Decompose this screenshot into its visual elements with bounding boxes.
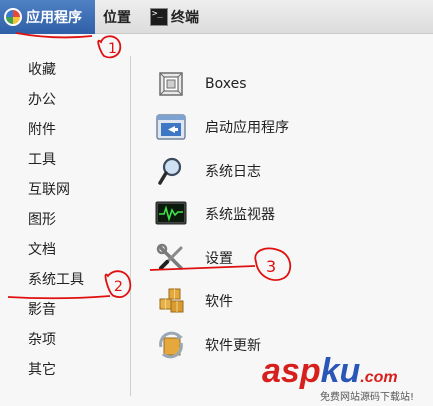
terminal-label: 终端 bbox=[171, 10, 199, 26]
tools-icon bbox=[155, 242, 187, 274]
category-graphics[interactable]: 图形 bbox=[0, 204, 130, 234]
aspku-watermark: aspku.com 免费网站源码下载站! bbox=[262, 352, 432, 404]
category-system-tools[interactable]: 系统工具 bbox=[0, 264, 130, 294]
places-menu-button[interactable]: 位置 bbox=[99, 0, 145, 34]
app-item-system-log[interactable]: 系统日志 bbox=[155, 149, 425, 193]
category-label: 其它 bbox=[28, 362, 56, 378]
category-misc[interactable]: 其它 bbox=[0, 354, 130, 384]
software-update-icon bbox=[155, 329, 187, 361]
menu-divider bbox=[130, 56, 131, 396]
app-item-boxes[interactable]: Boxes bbox=[155, 62, 425, 106]
terminal-launcher[interactable]: >_ 终端 bbox=[146, 0, 206, 34]
app-item-software[interactable]: 软件 bbox=[155, 280, 425, 324]
app-label: 系统日志 bbox=[205, 163, 261, 180]
category-favorites[interactable]: 收藏 bbox=[0, 54, 130, 84]
watermark-tagline: 免费网站源码下载站! bbox=[320, 392, 415, 403]
watermark-brand-ku: ku bbox=[320, 352, 361, 390]
app-label: 启动应用程序 bbox=[205, 120, 289, 137]
category-documents[interactable]: 文档 bbox=[0, 234, 130, 264]
app-label: 系统监视器 bbox=[205, 207, 275, 224]
terminal-icon: >_ bbox=[150, 8, 168, 26]
category-label: 图形 bbox=[28, 212, 56, 228]
category-label: 办公 bbox=[28, 92, 56, 108]
applications-menu-button[interactable]: 应用程序 bbox=[0, 0, 95, 34]
category-label: 系统工具 bbox=[28, 272, 84, 288]
category-label: 影音 bbox=[28, 302, 56, 318]
magnifier-icon bbox=[155, 155, 187, 187]
startup-applications-icon bbox=[155, 111, 187, 143]
watermark-brand-asp: asp bbox=[262, 352, 321, 390]
applications-label: 应用程序 bbox=[26, 10, 82, 26]
category-label: 工具 bbox=[28, 152, 56, 168]
app-label: 设置 bbox=[205, 250, 233, 267]
app-item-startup-applications[interactable]: 启动应用程序 bbox=[155, 106, 425, 150]
boxes-icon bbox=[155, 68, 187, 100]
app-label: Boxes bbox=[205, 75, 247, 92]
category-utilities[interactable]: 工具 bbox=[0, 144, 130, 174]
category-label: 收藏 bbox=[28, 62, 56, 78]
app-list: Boxes 启动应用程序 系统日志 系统监视器 设置 软件 软件更新 bbox=[155, 62, 425, 367]
watermark-brand: aspku.com bbox=[262, 352, 398, 391]
category-accessories[interactable]: 附件 bbox=[0, 114, 130, 144]
top-panel: 应用程序 位置 >_ 终端 bbox=[0, 0, 433, 34]
watermark-brand-com: .com bbox=[360, 369, 398, 386]
system-monitor-icon bbox=[155, 198, 187, 230]
app-label: 软件更新 bbox=[205, 337, 261, 354]
app-label: 软件 bbox=[205, 294, 233, 311]
app-item-system-monitor[interactable]: 系统监视器 bbox=[155, 193, 425, 237]
category-sound-video[interactable]: 影音 bbox=[0, 294, 130, 324]
category-label: 杂项 bbox=[28, 332, 56, 348]
gnome-foot-logo-icon bbox=[4, 8, 22, 26]
app-item-settings[interactable]: 设置 bbox=[155, 236, 425, 280]
category-office[interactable]: 办公 bbox=[0, 84, 130, 114]
packages-icon bbox=[155, 285, 187, 317]
applications-menu: 收藏 办公 附件 工具 互联网 图形 文档 系统工具 影音 杂项 其它 Boxe… bbox=[0, 34, 433, 406]
places-label: 位置 bbox=[103, 10, 131, 26]
category-internet[interactable]: 互联网 bbox=[0, 174, 130, 204]
category-label: 附件 bbox=[28, 122, 56, 138]
category-list: 收藏 办公 附件 工具 互联网 图形 文档 系统工具 影音 杂项 其它 bbox=[0, 54, 130, 384]
category-label: 互联网 bbox=[28, 182, 70, 198]
category-other[interactable]: 杂项 bbox=[0, 324, 130, 354]
category-label: 文档 bbox=[28, 242, 56, 258]
